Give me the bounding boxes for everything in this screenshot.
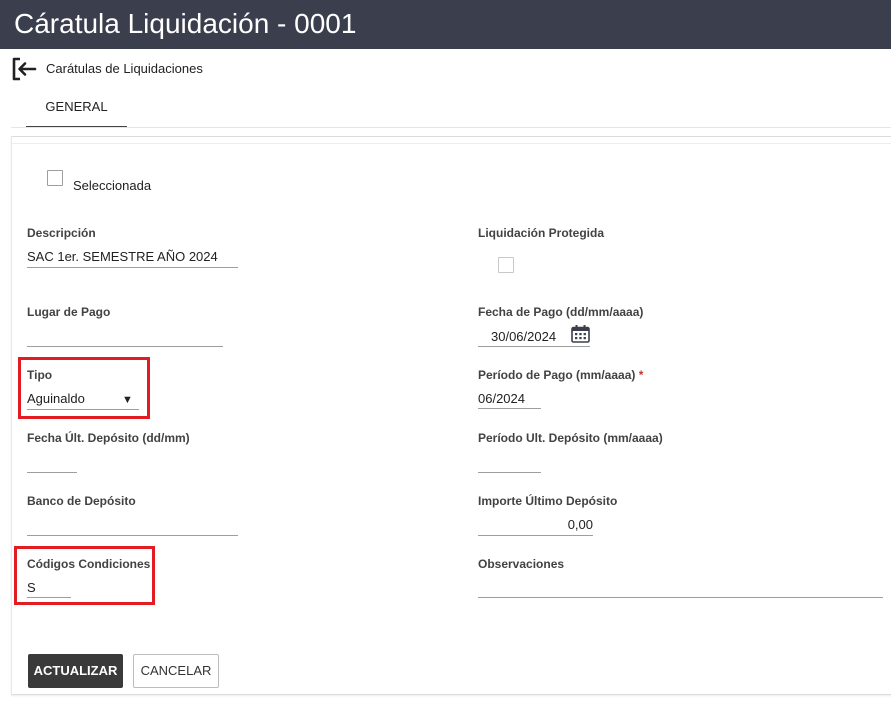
- banco-deposito-label: Banco de Depósito: [27, 494, 136, 508]
- liquidacion-protegida-label: Liquidación Protegida: [478, 226, 605, 240]
- tab-divider: [11, 127, 891, 128]
- importe-ultimo-deposito-input[interactable]: 0,00: [478, 517, 593, 533]
- required-mark: *: [638, 368, 644, 382]
- title-bar: Cáratula Liquidación - 0001: [0, 0, 891, 49]
- periodo-pago-label: Período de Pago (mm/aaaa) *: [478, 368, 644, 382]
- breadcrumb-link[interactable]: Carátulas de Liquidaciones: [46, 61, 203, 77]
- fecha-pago-label: Fecha de Pago (dd/mm/aaaa): [478, 305, 644, 319]
- banco-deposito-underline: [27, 535, 238, 536]
- liquidacion-protegida-checkbox[interactable]: [498, 257, 514, 273]
- importe-ultimo-deposito-label: Importe Último Depósito: [478, 494, 618, 508]
- descripcion-label: Descripción: [27, 226, 96, 240]
- fecha-ult-deposito-underline: [27, 472, 77, 473]
- lugar-pago-label: Lugar de Pago: [27, 305, 111, 319]
- observaciones-underline: [478, 597, 883, 598]
- lugar-pago-underline: [27, 346, 223, 347]
- tab-general[interactable]: GENERAL: [26, 91, 127, 128]
- fecha-pago-underline: [478, 346, 590, 347]
- periodo-pago-input[interactable]: 06/2024: [478, 391, 525, 407]
- cancelar-button[interactable]: CANCELAR: [133, 654, 219, 688]
- importe-ultimo-deposito-underline: [478, 535, 593, 536]
- seleccionada-label: Seleccionada: [73, 178, 152, 193]
- seleccionada-checkbox[interactable]: [47, 170, 63, 186]
- periodo-ult-deposito-underline: [478, 472, 541, 473]
- window-title: Cáratula Liquidación - 0001: [14, 8, 357, 39]
- codigos-condiciones-highlight-box: [14, 546, 155, 605]
- card-top-divider: [11, 143, 891, 144]
- descripcion-underline: [27, 267, 238, 268]
- actualizar-button[interactable]: ACTUALIZAR: [28, 654, 123, 688]
- back-arrow-icon[interactable]: [11, 56, 37, 82]
- tipo-highlight-box: [18, 357, 150, 419]
- observaciones-label: Observaciones: [478, 557, 565, 571]
- periodo-ult-deposito-label: Período Ult. Depósito (mm/aaaa): [478, 431, 663, 445]
- periodo-pago-underline: [478, 408, 541, 409]
- descripcion-input[interactable]: SAC 1er. SEMESTRE AÑO 2024: [27, 249, 218, 265]
- fecha-ult-deposito-label: Fecha Últ. Depósito (dd/mm): [27, 431, 190, 445]
- calendar-icon[interactable]: [571, 325, 590, 343]
- fecha-pago-input[interactable]: 30/06/2024: [491, 329, 556, 345]
